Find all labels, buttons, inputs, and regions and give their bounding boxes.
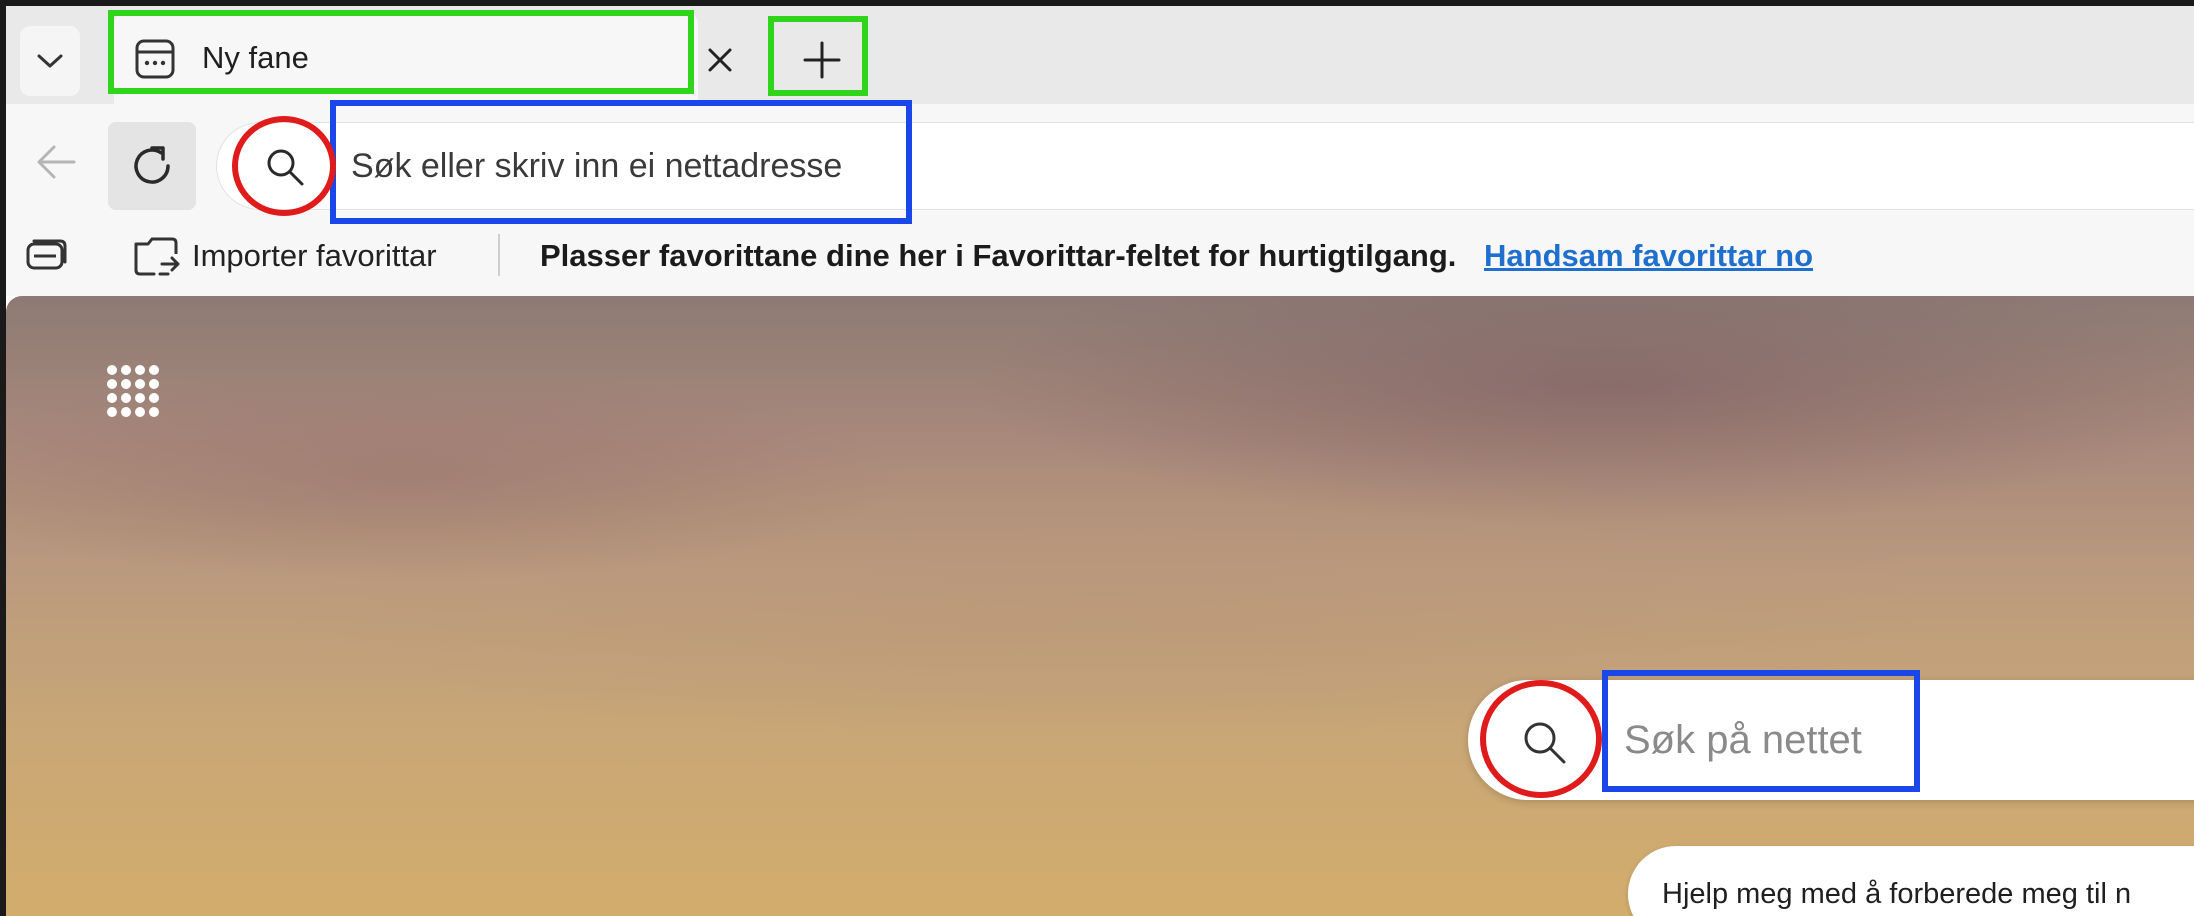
tab-actions-menu-button[interactable]: [20, 26, 80, 96]
tab-strip: Ny fane: [6, 6, 2194, 104]
web-search-placeholder: Søk på nettet: [1624, 718, 1862, 762]
reload-icon: [134, 146, 170, 184]
collections-icon[interactable]: [24, 236, 68, 276]
tab-new-tab[interactable]: Ny fane: [114, 12, 698, 104]
browser-window: Ny fane Søk eller skriv inn ei nettadres…: [0, 0, 2194, 916]
import-favorites-label: Importer favorittar: [192, 238, 437, 273]
web-search-box[interactable]: Søk på nettet: [1468, 680, 2194, 800]
reload-button[interactable]: [108, 122, 196, 210]
address-bar-placeholder: Søk eller skriv inn ei nettadresse: [351, 147, 843, 185]
favorites-hint-text: Plasser favorittane dine her i Favoritta…: [540, 238, 1457, 273]
app-launcher-icon[interactable]: [102, 360, 162, 420]
manage-favorites-link[interactable]: Handsam favorittar no: [1484, 238, 1813, 274]
back-button[interactable]: [24, 130, 88, 194]
search-icon: [1524, 722, 1566, 764]
close-tab-button[interactable]: [694, 34, 746, 86]
back-arrow-icon: [37, 145, 76, 179]
tab-title: Ny fane: [202, 40, 309, 75]
navigation-toolbar: Søk eller skriv inn ei nettadresse: [6, 104, 2194, 214]
import-favorites-icon: [134, 237, 180, 276]
newtab-page-icon: [135, 39, 175, 79]
copilot-suggestion-chip[interactable]: Hjelp meg med å forberede meg til n: [1628, 846, 2194, 916]
search-icon: [267, 149, 304, 186]
suggestion-text: Hjelp meg med å forberede meg til n: [1662, 878, 2132, 910]
plus-icon: [803, 41, 841, 79]
new-tab-page: Søk på nettet Hjelp meg med å forberede …: [6, 296, 2194, 916]
chevron-down-icon: [37, 54, 63, 68]
close-icon: [708, 48, 732, 72]
new-tab-button[interactable]: [776, 18, 868, 102]
address-bar[interactable]: Søk eller skriv inn ei nettadresse: [216, 122, 2194, 210]
favorites-bar: Importer favorittar Plasser favorittane …: [6, 214, 2194, 296]
favorites-separator: [498, 234, 500, 276]
